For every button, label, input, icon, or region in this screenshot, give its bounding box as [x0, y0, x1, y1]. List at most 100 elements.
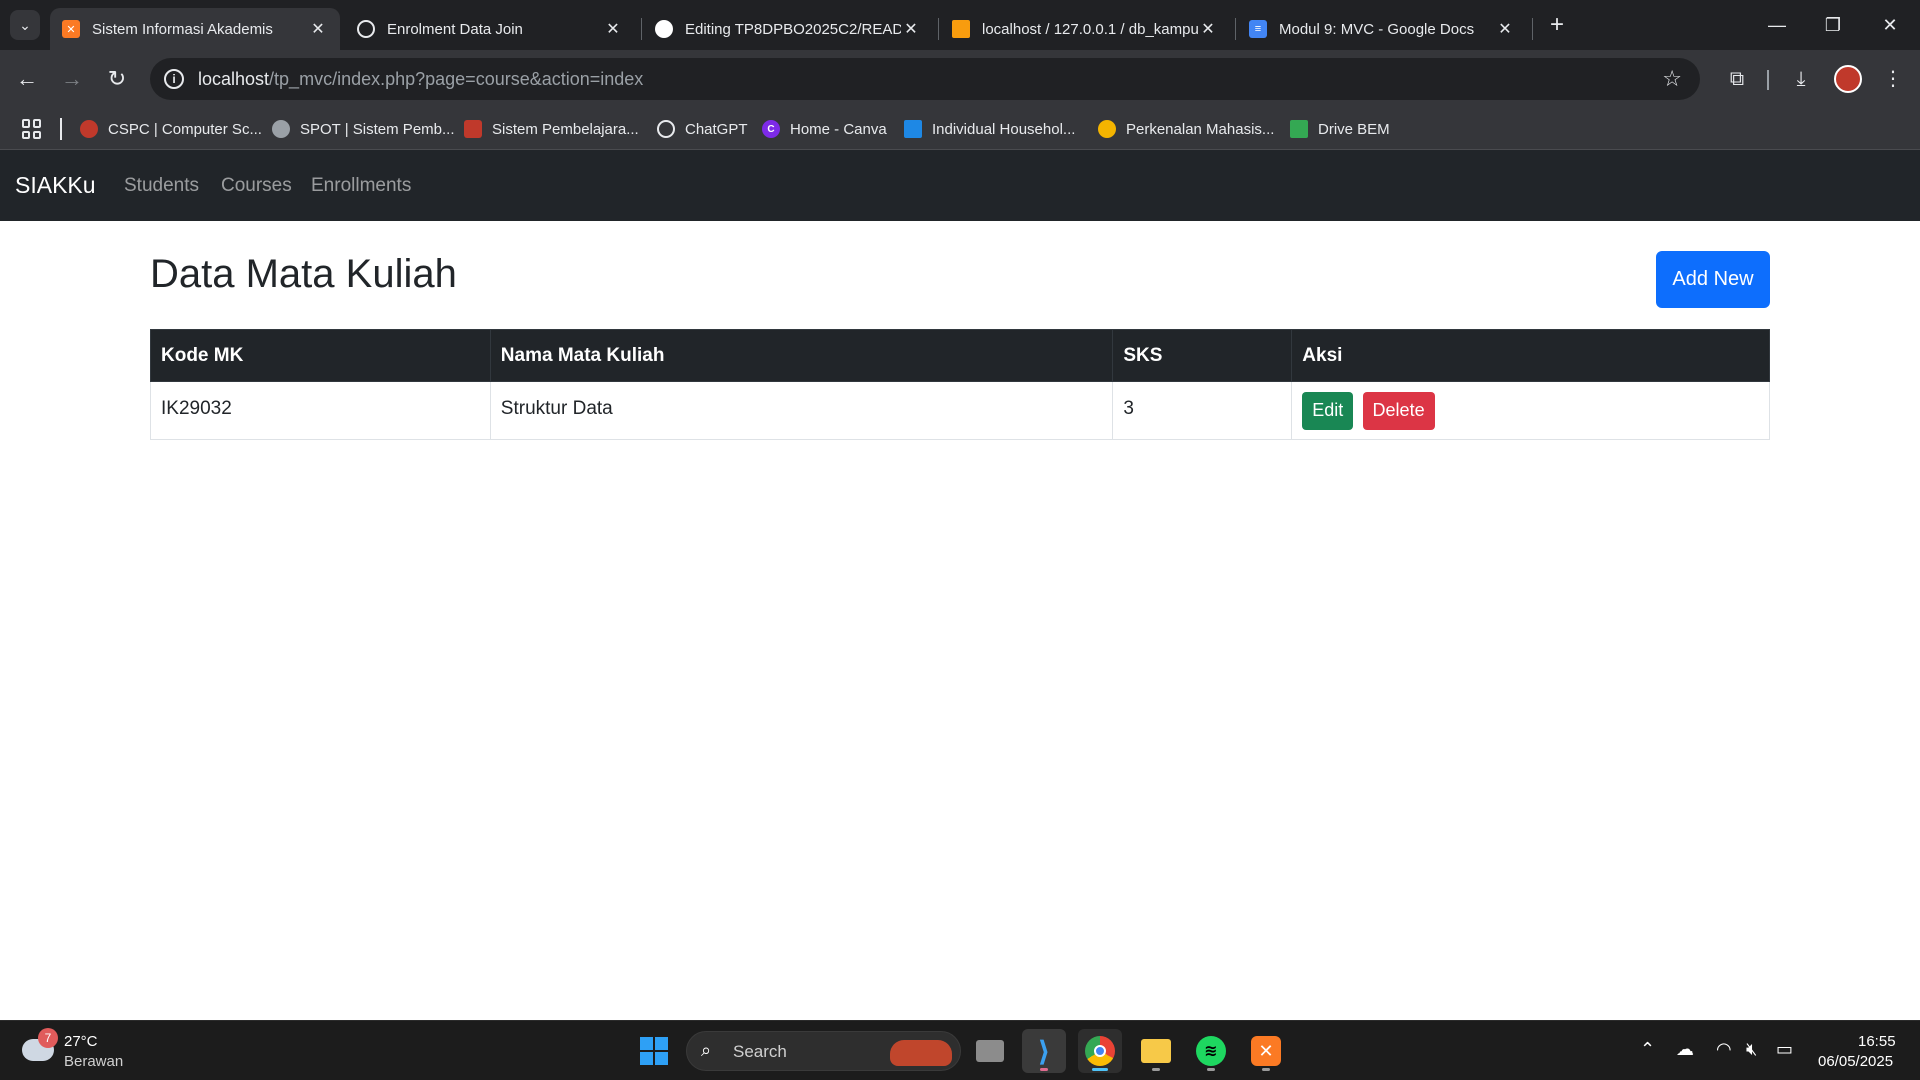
wifi-icon[interactable]: ◠ — [1716, 1039, 1732, 1060]
bookmark-star-icon[interactable]: ☆ — [1662, 66, 1682, 92]
toolbar-divider — [1767, 70, 1769, 90]
bookmark-label: Home - Canva — [790, 120, 887, 138]
bookmark-canva[interactable]: C Home - Canva — [762, 118, 887, 140]
browser-tab-strip: ⌄ ✕ Sistem Informasi Akademis ✕ Enrolmen… — [0, 0, 1920, 50]
bookmark-divider — [60, 118, 62, 140]
bookmark-cspc[interactable]: CSPC | Computer Sc... — [80, 118, 262, 140]
forward-icon[interactable]: → — [57, 64, 87, 94]
restore-icon[interactable]: ❐ — [1813, 10, 1853, 40]
tab-google-docs[interactable]: ≡ Modul 9: MVC - Google Docs ✕ — [1237, 8, 1527, 50]
tab-enrolment-data-join[interactable]: Enrolment Data Join ✕ — [345, 8, 635, 50]
url-text: localhost/tp_mvc/index.php?page=course&a… — [198, 69, 643, 90]
globe-icon — [272, 120, 290, 138]
cell-nama-mata-kuliah: Struktur Data — [489, 381, 1114, 440]
spotify-icon[interactable]: ≋ — [1189, 1029, 1233, 1073]
minimize-icon[interactable]: — — [1757, 10, 1797, 40]
battery-icon[interactable]: ▭ — [1776, 1039, 1793, 1060]
file-explorer-icon[interactable] — [1134, 1029, 1178, 1073]
bookmark-label: Individual Househol... — [932, 120, 1076, 138]
extensions-icon[interactable]: ⧉ — [1722, 64, 1752, 94]
bookmark-label: ChatGPT — [685, 120, 748, 138]
table-row: IK29032 Struktur Data 3 Edit Delete — [150, 381, 1770, 440]
upi-icon — [464, 120, 482, 138]
onedrive-cloud-icon[interactable]: ☁ — [1676, 1039, 1694, 1060]
google-drive-icon — [1290, 120, 1308, 138]
edit-button[interactable]: Edit — [1302, 391, 1354, 430]
nav-students[interactable]: Students — [124, 175, 199, 197]
close-tab-icon[interactable]: ✕ — [1495, 19, 1515, 39]
profile-avatar[interactable] — [1834, 65, 1862, 93]
bookmark-spot[interactable]: SPOT | Sistem Pemb... — [272, 118, 455, 140]
tab-title: localhost / 127.0.0.1 / db_kampus — [982, 20, 1198, 38]
chatgpt-icon — [357, 20, 375, 38]
search-icon: ⌕ — [701, 1040, 712, 1060]
tab-search-menu-icon[interactable]: ⌄ — [10, 10, 40, 40]
xampp-icon[interactable]: ✕ — [1244, 1029, 1288, 1073]
close-window-icon[interactable]: ✕ — [1870, 10, 1910, 40]
header-aksi: Aksi — [1291, 329, 1770, 382]
pinwheel-icon — [1098, 120, 1116, 138]
address-bar[interactable]: i localhost/tp_mvc/index.php?page=course… — [150, 58, 1700, 100]
table-header-row: Kode MK Nama Mata Kuliah SKS Aksi — [150, 329, 1770, 382]
tab-divider — [641, 18, 642, 40]
nav-enrollments[interactable]: Enrollments — [311, 175, 411, 197]
cell-sks: 3 — [1112, 381, 1293, 440]
phpmyadmin-icon — [952, 20, 970, 38]
page-title: Data Mata Kuliah — [150, 252, 457, 296]
windows-start-icon[interactable] — [640, 1037, 668, 1065]
app-navbar: SIAKKu Students Courses Enrollments — [0, 150, 1920, 221]
bookmark-individual-household[interactable]: Individual Househol... — [904, 118, 1075, 140]
close-tab-icon[interactable]: ✕ — [1198, 19, 1218, 39]
delete-button[interactable]: Delete — [1362, 391, 1435, 430]
header-nama-mata-kuliah: Nama Mata Kuliah — [489, 329, 1114, 382]
bookmarks-bar: CSPC | Computer Sc... SPOT | Sistem Pemb… — [0, 108, 1920, 150]
brand-logo[interactable]: SIAKKu — [15, 172, 96, 199]
weather-temperature[interactable]: 27°C — [64, 1033, 98, 1050]
courses-table: Kode MK Nama Mata Kuliah SKS Aksi IK2903… — [150, 329, 1770, 440]
clock-time[interactable]: 16:55 — [1858, 1033, 1896, 1050]
bookmark-label: SPOT | Sistem Pemb... — [300, 120, 455, 138]
bookmark-label: Perkenalan Mahasis... — [1126, 120, 1275, 138]
close-tab-icon[interactable]: ✕ — [603, 19, 623, 39]
bookmark-perkenalan[interactable]: Perkenalan Mahasis... — [1098, 118, 1274, 140]
google-docs-icon: ≡ — [1249, 20, 1267, 38]
nav-courses[interactable]: Courses — [221, 175, 292, 197]
xampp-icon: ✕ — [62, 20, 80, 38]
close-tab-icon[interactable]: ✕ — [901, 19, 921, 39]
bookmark-chatgpt[interactable]: ChatGPT — [657, 118, 748, 140]
canva-icon: C — [762, 120, 780, 138]
task-view-icon[interactable] — [968, 1029, 1012, 1073]
github-icon — [655, 20, 673, 38]
url-path: /tp_mvc/index.php?page=course&action=ind… — [269, 68, 644, 89]
chrome-icon[interactable] — [1078, 1029, 1122, 1073]
tab-sistem-informasi[interactable]: ✕ Sistem Informasi Akademis ✕ — [50, 8, 340, 50]
header-sks: SKS — [1112, 329, 1293, 382]
tab-title: Modul 9: MVC - Google Docs — [1279, 20, 1475, 38]
add-new-button[interactable]: Add New — [1656, 251, 1770, 308]
bookmark-drive-bem[interactable]: Drive BEM — [1290, 118, 1390, 140]
weather-description[interactable]: Berawan — [64, 1053, 123, 1070]
bookmark-sistem-pembelajaran[interactable]: Sistem Pembelajara... — [464, 118, 639, 140]
bookmark-label: Sistem Pembelajara... — [492, 120, 639, 138]
tab-title: Sistem Informasi Akademis — [92, 20, 273, 38]
clock-date[interactable]: 06/05/2025 — [1818, 1053, 1893, 1070]
tab-divider — [1235, 18, 1236, 40]
back-icon[interactable]: ← — [12, 64, 42, 94]
vscode-icon[interactable]: ⟩ — [1022, 1029, 1066, 1073]
menu-kebab-icon[interactable]: ⋮ — [1878, 64, 1908, 94]
tab-phpmyadmin[interactable]: localhost / 127.0.0.1 / db_kampus ✕ — [940, 8, 1230, 50]
site-info-icon[interactable]: i — [164, 69, 184, 89]
apps-grid-icon[interactable] — [22, 119, 42, 139]
document-icon — [904, 120, 922, 138]
close-tab-icon[interactable]: ✕ — [308, 19, 328, 39]
taskbar-search[interactable]: ⌕ Search — [686, 1031, 961, 1071]
tab-editing-readme[interactable]: Editing TP8DPBO2025C2/README ✕ — [643, 8, 933, 50]
cell-aksi: Edit Delete — [1291, 381, 1770, 440]
download-icon[interactable]: ⤓ — [1786, 64, 1816, 94]
reload-icon[interactable]: ↻ — [102, 64, 132, 94]
chevron-up-icon[interactable]: ⌃ — [1640, 1039, 1655, 1060]
new-tab-button[interactable]: + — [1543, 12, 1571, 40]
speaker-muted-icon[interactable]: 🔇︎ — [1746, 1039, 1757, 1060]
bookmark-label: CSPC | Computer Sc... — [108, 120, 262, 138]
browser-toolbar: ← → ↻ i localhost/tp_mvc/index.php?page=… — [0, 50, 1920, 108]
